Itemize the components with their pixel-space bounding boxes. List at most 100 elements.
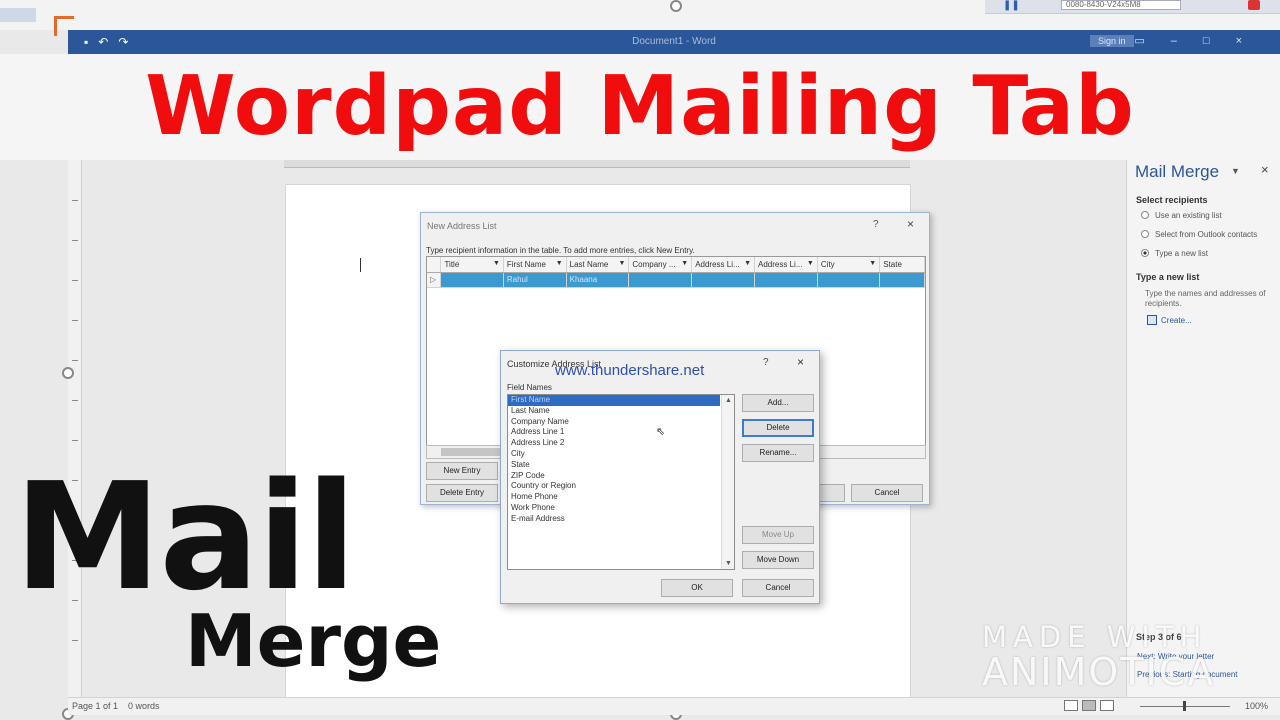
window-controls: ▭–□× bbox=[1134, 34, 1268, 47]
resize-handle-left[interactable] bbox=[62, 367, 74, 379]
list-item[interactable]: Home Phone bbox=[508, 492, 720, 503]
text-cursor bbox=[360, 258, 361, 272]
watermark-made-with: MADE WITH bbox=[982, 620, 1208, 654]
zoom-level[interactable]: 100% bbox=[1245, 701, 1268, 711]
list-item[interactable]: Last Name bbox=[508, 406, 720, 417]
scroll-up-icon[interactable]: ▲ bbox=[725, 397, 732, 404]
row-selector[interactable]: ▷ bbox=[427, 272, 442, 288]
customize-address-list-dialog: Customize Address List www.thundershare.… bbox=[500, 350, 820, 604]
radio-selected-icon bbox=[1141, 249, 1149, 257]
read-mode-icon[interactable] bbox=[1064, 700, 1078, 711]
new-entry-button[interactable]: New Entry bbox=[426, 462, 498, 480]
ribbon-display-icon[interactable]: ▭ bbox=[1134, 35, 1170, 47]
radio-use-existing-list[interactable]: Use an existing list bbox=[1141, 211, 1222, 220]
delete-button[interactable]: Delete bbox=[742, 419, 814, 437]
radio-type-new-list[interactable]: Type a new list bbox=[1141, 249, 1208, 258]
table-cell[interactable] bbox=[628, 272, 693, 288]
mail-merge-title: Mail Merge bbox=[1135, 162, 1220, 181]
web-layout-icon[interactable] bbox=[1100, 700, 1114, 711]
column-header[interactable]: City ▼ bbox=[817, 257, 881, 273]
create-link[interactable]: Create... bbox=[1161, 316, 1192, 325]
vertical-ruler[interactable] bbox=[68, 160, 82, 705]
close-icon[interactable]: × bbox=[1261, 162, 1269, 177]
table-cell[interactable] bbox=[879, 272, 925, 288]
overlay-merge-text: Merge bbox=[185, 599, 442, 683]
cancel-button[interactable]: Cancel bbox=[851, 484, 923, 502]
table-cell[interactable] bbox=[440, 272, 504, 288]
delete-entry-button[interactable]: Delete Entry bbox=[426, 484, 498, 502]
list-item[interactable]: Company Name bbox=[508, 417, 720, 428]
chevron-down-icon[interactable]: ▼ bbox=[869, 260, 876, 267]
resize-handle-top[interactable] bbox=[670, 0, 682, 12]
move-down-button[interactable]: Move Down bbox=[742, 551, 814, 569]
list-item[interactable]: Work Phone bbox=[508, 503, 720, 514]
print-layout-icon[interactable] bbox=[1082, 700, 1096, 711]
ok-button[interactable]: OK bbox=[661, 579, 733, 597]
column-header[interactable]: Address Li... ▼ bbox=[691, 257, 756, 273]
field-names-label: Field Names bbox=[507, 383, 552, 392]
list-item[interactable]: ZIP Code bbox=[508, 471, 720, 482]
scrollbar-thumb[interactable] bbox=[441, 448, 501, 456]
word-title-bar: ▪↶↷ Document1 - Word Sign in ▭–□× bbox=[68, 30, 1280, 54]
column-header[interactable]: Company ... ▼ bbox=[628, 257, 693, 273]
field-names-list[interactable]: First Name Last Name Company Name Addres… bbox=[507, 394, 735, 570]
overlay-mail-text: Mail bbox=[14, 451, 357, 623]
column-header[interactable]: State bbox=[879, 257, 925, 273]
maximize-icon[interactable]: □ bbox=[1203, 35, 1236, 47]
table-cell[interactable] bbox=[691, 272, 756, 288]
row-header-corner bbox=[427, 257, 442, 273]
vertical-scrollbar[interactable]: ▲ ▼ bbox=[721, 395, 734, 569]
chevron-down-icon[interactable]: ▼ bbox=[618, 260, 625, 267]
radio-outlook-contacts[interactable]: Select from Outlook contacts bbox=[1141, 230, 1257, 239]
ok-button-partial[interactable] bbox=[819, 484, 845, 502]
close-icon[interactable]: × bbox=[907, 217, 914, 231]
sign-in-button[interactable]: Sign in bbox=[1090, 35, 1134, 47]
chevron-down-icon[interactable]: ▼ bbox=[556, 260, 563, 267]
horizontal-ruler[interactable] bbox=[284, 160, 910, 168]
taskbar-fragment bbox=[0, 8, 36, 22]
select-recipients-heading: Select recipients bbox=[1136, 195, 1208, 205]
chevron-down-icon[interactable]: ▼ bbox=[681, 260, 688, 267]
dialog-instructions: Type recipient information in the table.… bbox=[426, 246, 695, 255]
watermark-url: www.thundershare.net bbox=[555, 362, 705, 379]
table-cell[interactable] bbox=[817, 272, 881, 288]
zoom-slider-thumb[interactable] bbox=[1183, 701, 1186, 711]
column-header[interactable]: Last Name ▼ bbox=[566, 257, 630, 273]
table-cell[interactable]: Khaana bbox=[566, 272, 630, 288]
list-item[interactable]: Address Line 1 bbox=[508, 427, 720, 438]
chevron-down-icon[interactable]: ▼ bbox=[493, 260, 500, 267]
cancel-button[interactable]: Cancel bbox=[742, 579, 814, 597]
column-header[interactable]: First Name ▼ bbox=[503, 257, 567, 273]
word-count[interactable]: 0 words bbox=[128, 701, 160, 711]
list-item[interactable]: City bbox=[508, 449, 720, 460]
chevron-down-icon[interactable]: ▼ bbox=[807, 260, 814, 267]
close-icon[interactable]: × bbox=[797, 355, 804, 369]
close-icon[interactable]: × bbox=[1236, 35, 1268, 47]
page-count[interactable]: Page 1 of 1 bbox=[72, 701, 118, 711]
recorder-icon[interactable] bbox=[1248, 0, 1260, 10]
create-list-icon bbox=[1147, 315, 1157, 325]
help-icon[interactable]: ? bbox=[763, 357, 769, 368]
table-row[interactable]: ▷ Rahul Khaana bbox=[427, 272, 925, 288]
table-cell[interactable]: Rahul bbox=[503, 272, 567, 288]
banner-title: Wordpad Mailing Tab bbox=[145, 59, 1135, 154]
list-item[interactable]: First Name bbox=[508, 395, 720, 406]
rename-button[interactable]: Rename... bbox=[742, 444, 814, 462]
recorder-field: 0080-8430-V24x5M8 bbox=[1061, 0, 1181, 10]
add-button[interactable]: Add... bbox=[742, 394, 814, 412]
chevron-down-icon[interactable]: ▼ bbox=[1231, 166, 1240, 176]
pause-icon[interactable]: ❚❚ bbox=[1003, 0, 1020, 11]
help-icon[interactable]: ? bbox=[873, 219, 879, 230]
list-item[interactable]: E-mail Address bbox=[508, 514, 720, 525]
list-item[interactable]: Address Line 2 bbox=[508, 438, 720, 449]
minimize-icon[interactable]: – bbox=[1171, 35, 1203, 47]
column-header[interactable]: Title ▼ bbox=[440, 257, 504, 273]
scroll-down-icon[interactable]: ▼ bbox=[725, 560, 732, 567]
column-header[interactable]: Address Li... ▼ bbox=[754, 257, 818, 273]
list-item[interactable]: Country or Region bbox=[508, 481, 720, 492]
list-item[interactable]: State bbox=[508, 460, 720, 471]
chevron-down-icon[interactable]: ▼ bbox=[744, 260, 751, 267]
type-new-list-description: Type the names and addresses of recipien… bbox=[1145, 289, 1266, 308]
table-cell[interactable] bbox=[754, 272, 818, 288]
move-up-button[interactable]: Move Up bbox=[742, 526, 814, 544]
